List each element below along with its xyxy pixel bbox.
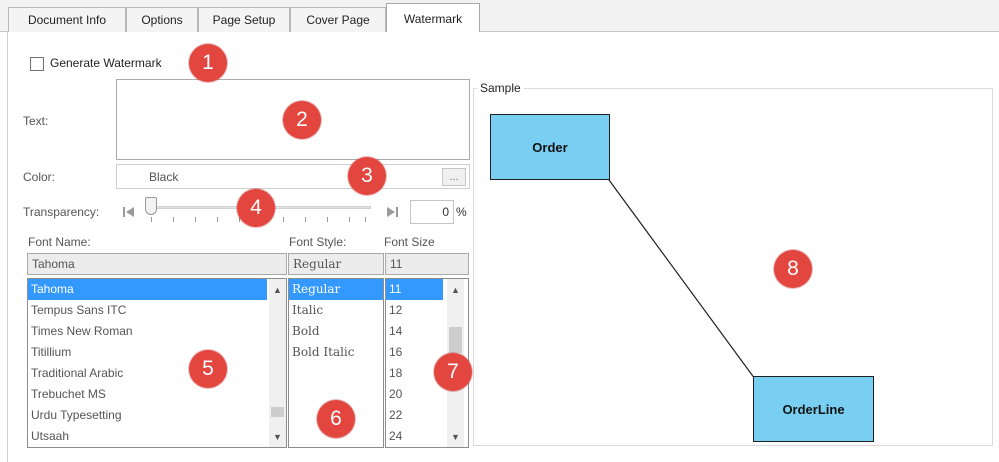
scroll-thumb[interactable] <box>271 407 284 417</box>
callout-badge: 1 <box>189 44 227 82</box>
generate-watermark-label[interactable]: Generate Watermark <box>50 56 162 70</box>
list-item[interactable]: Times New Roman <box>28 321 286 342</box>
list-item[interactable]: Italic <box>289 300 383 321</box>
skip-forward-icon[interactable] <box>385 205 399 219</box>
chevron-up-icon[interactable]: ▲ <box>269 281 286 298</box>
list-item[interactable]: Urdu Typesetting <box>28 405 286 426</box>
chevron-down-icon[interactable]: ▼ <box>269 428 286 445</box>
font-size-field[interactable]: 11 <box>385 253 469 275</box>
list-item[interactable]: Utsaah <box>28 426 286 447</box>
font-style-label: Font Style: <box>289 235 347 249</box>
tab-options[interactable]: Options <box>126 7 198 32</box>
transparency-unit: % <box>456 205 467 219</box>
browse-label: ... <box>449 171 459 183</box>
font-style-field[interactable]: Regular <box>288 253 384 275</box>
callout-badge: 5 <box>189 350 227 388</box>
scroll-thumb[interactable] <box>449 327 462 353</box>
list-item[interactable]: Tempus Sans ITC <box>28 300 286 321</box>
list-item[interactable]: 11 <box>386 279 443 300</box>
callout-badge: 6 <box>317 400 355 438</box>
list-item[interactable]: Traditional Arabic <box>28 363 286 384</box>
callout-badge: 4 <box>237 189 275 227</box>
font-name-listbox[interactable]: Tahoma Tempus Sans ITC Times New Roman T… <box>27 278 287 448</box>
color-value: Black <box>149 169 179 184</box>
tab-document-info[interactable]: Document Info <box>8 7 126 32</box>
callout-badge: 2 <box>283 101 321 139</box>
skip-back-icon[interactable] <box>122 205 136 219</box>
list-item[interactable]: Trebuchet MS <box>28 384 286 405</box>
transparency-value-input[interactable]: 0 <box>410 200 454 224</box>
tab-label: Cover Page <box>306 13 370 27</box>
list-item[interactable]: Titillium <box>28 342 286 363</box>
color-browse-button[interactable]: ... <box>442 168 466 186</box>
list-item[interactable]: Bold Italic <box>289 342 383 363</box>
font-size-label: Font Size <box>384 235 435 249</box>
generate-watermark-checkbox[interactable] <box>30 57 44 71</box>
tab-page-setup[interactable]: Page Setup <box>198 7 290 32</box>
tab-label: Options <box>141 13 183 27</box>
list-item[interactable]: Regular <box>289 279 383 300</box>
entity-label: Order <box>532 139 568 155</box>
callout-badge: 7 <box>434 353 472 391</box>
font-name-label: Font Name: <box>28 235 91 249</box>
chevron-down-icon[interactable]: ▼ <box>447 428 464 445</box>
tab-label: Watermark <box>403 11 463 26</box>
callout-badge: 3 <box>348 157 386 195</box>
tab-cover-page[interactable]: Cover Page <box>290 7 386 32</box>
entity-order: Order <box>490 114 610 180</box>
font-name-scrollbar[interactable]: ▲ ▼ <box>269 279 286 447</box>
list-item[interactable]: Bold <box>289 321 383 342</box>
color-label: Color: <box>23 170 56 184</box>
transparency-label: Transparency: <box>23 205 100 219</box>
transparency-slider-thumb[interactable] <box>145 197 157 215</box>
text-label: Text: <box>23 114 49 128</box>
entity-orderline: OrderLine <box>753 376 874 442</box>
callout-badge: 8 <box>774 250 812 288</box>
chevron-up-icon[interactable]: ▲ <box>447 281 464 298</box>
tab-bar: Document Info Options Page Setup Cover P… <box>0 0 999 33</box>
font-name-field[interactable]: Tahoma <box>27 253 287 275</box>
list-item[interactable]: Tahoma <box>28 279 267 300</box>
tab-label: Page Setup <box>212 13 276 27</box>
entity-label: OrderLine <box>782 401 845 417</box>
tab-watermark[interactable]: Watermark <box>386 3 480 33</box>
tab-label: Document Info <box>27 13 107 27</box>
color-picker-field[interactable]: Black ... <box>116 164 470 189</box>
